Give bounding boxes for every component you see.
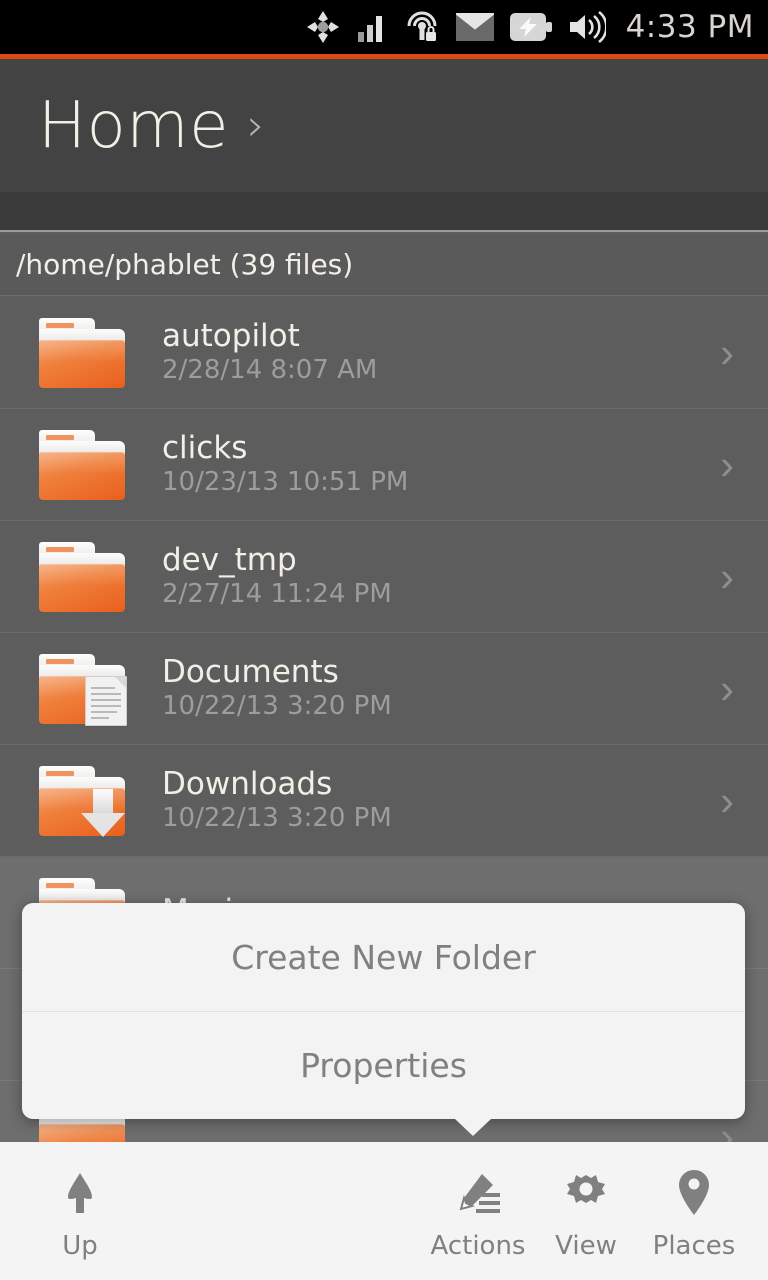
- clock: 4:33 PM: [625, 9, 754, 45]
- file-date: 2/27/14 11:24 PM: [162, 579, 392, 610]
- file-name: Documents: [162, 653, 339, 690]
- toolbar-label-up: Up: [62, 1231, 98, 1261]
- row-text: clicks 10/23/13 10:51 PM: [162, 429, 720, 499]
- message-icon[interactable]: [455, 13, 494, 41]
- table-row[interactable]: Documents 10/22/13 3:20 PM ›: [0, 633, 768, 745]
- menu-item-properties[interactable]: Properties: [22, 1011, 745, 1119]
- toolbar-button-view[interactable]: View: [532, 1161, 640, 1261]
- location-icon[interactable]: [306, 10, 340, 44]
- row-text: Downloads 10/22/13 3:20 PM: [162, 765, 720, 835]
- table-row[interactable]: Downloads 10/22/13 3:20 PM ›: [0, 745, 768, 857]
- actions-popup-menu[interactable]: Create New Folder Properties: [22, 903, 745, 1119]
- volume-icon[interactable]: [568, 11, 606, 43]
- wifi-secure-icon[interactable]: [404, 9, 440, 45]
- folder-downloads-icon: [32, 765, 132, 837]
- folder-icon: [32, 541, 132, 612]
- menu-item-create-new-folder[interactable]: Create New Folder: [22, 903, 745, 1011]
- gear-icon: [562, 1161, 610, 1219]
- file-manager-screen: 4:33 PM Home › /home/phablet (39 files) …: [0, 0, 768, 1280]
- file-date: 10/22/13 3:20 PM: [162, 803, 392, 834]
- path-bar[interactable]: /home/phablet (39 files): [0, 234, 768, 296]
- cellular-signal-icon[interactable]: [356, 11, 388, 43]
- table-row[interactable]: dev_tmp 2/27/14 11:24 PM ›: [0, 521, 768, 633]
- file-name: Downloads: [162, 765, 333, 802]
- file-name: clicks: [162, 429, 248, 466]
- row-text: autopilot 2/28/14 8:07 AM: [162, 317, 720, 387]
- file-date: 10/22/13 3:20 PM: [162, 691, 392, 722]
- page-title[interactable]: Home ›: [38, 89, 265, 163]
- chevron-right-icon[interactable]: ›: [247, 100, 265, 151]
- chevron-right-icon[interactable]: ›: [720, 329, 734, 377]
- status-bar: 4:33 PM: [0, 0, 768, 54]
- toolbar-button-actions[interactable]: Actions: [424, 1161, 532, 1261]
- toolbar-label-view: View: [555, 1231, 617, 1261]
- toolbar-button-up[interactable]: Up: [26, 1161, 134, 1261]
- header-separator: [0, 192, 768, 232]
- bottom-toolbar: Up Actions View Places: [0, 1142, 768, 1280]
- map-pin-icon: [674, 1161, 714, 1219]
- row-text: dev_tmp 2/27/14 11:24 PM: [162, 541, 720, 611]
- table-row[interactable]: clicks 10/23/13 10:51 PM ›: [0, 409, 768, 521]
- battery-charging-icon[interactable]: [509, 13, 552, 41]
- row-text: [162, 1136, 720, 1138]
- file-date: 10/23/13 10:51 PM: [162, 467, 409, 498]
- toolbar-label-places: Places: [652, 1231, 736, 1261]
- path-bar-text: /home/phablet (39 files): [16, 248, 354, 281]
- toolbar-button-places[interactable]: Places: [640, 1161, 748, 1261]
- chevron-right-icon[interactable]: ›: [720, 441, 734, 489]
- folder-icon: [32, 429, 132, 500]
- popup-caret-icon: [455, 1119, 491, 1136]
- toolbar-label-actions: Actions: [430, 1231, 526, 1261]
- page-title-text: Home: [38, 88, 229, 163]
- app-header: Home ›: [0, 59, 768, 192]
- file-date: 2/28/14 8:07 AM: [162, 355, 378, 386]
- chevron-right-icon[interactable]: ›: [720, 665, 734, 713]
- row-text: Documents 10/22/13 3:20 PM: [162, 653, 720, 723]
- pencil-edit-icon: [452, 1161, 504, 1219]
- file-name: dev_tmp: [162, 541, 297, 578]
- chevron-right-icon[interactable]: ›: [720, 777, 734, 825]
- table-row[interactable]: autopilot 2/28/14 8:07 AM ›: [0, 297, 768, 409]
- folder-documents-icon: [32, 653, 132, 726]
- file-name: autopilot: [162, 317, 300, 354]
- chevron-right-icon[interactable]: ›: [720, 553, 734, 601]
- up-arrow-icon: [60, 1161, 100, 1219]
- folder-icon: [32, 317, 132, 388]
